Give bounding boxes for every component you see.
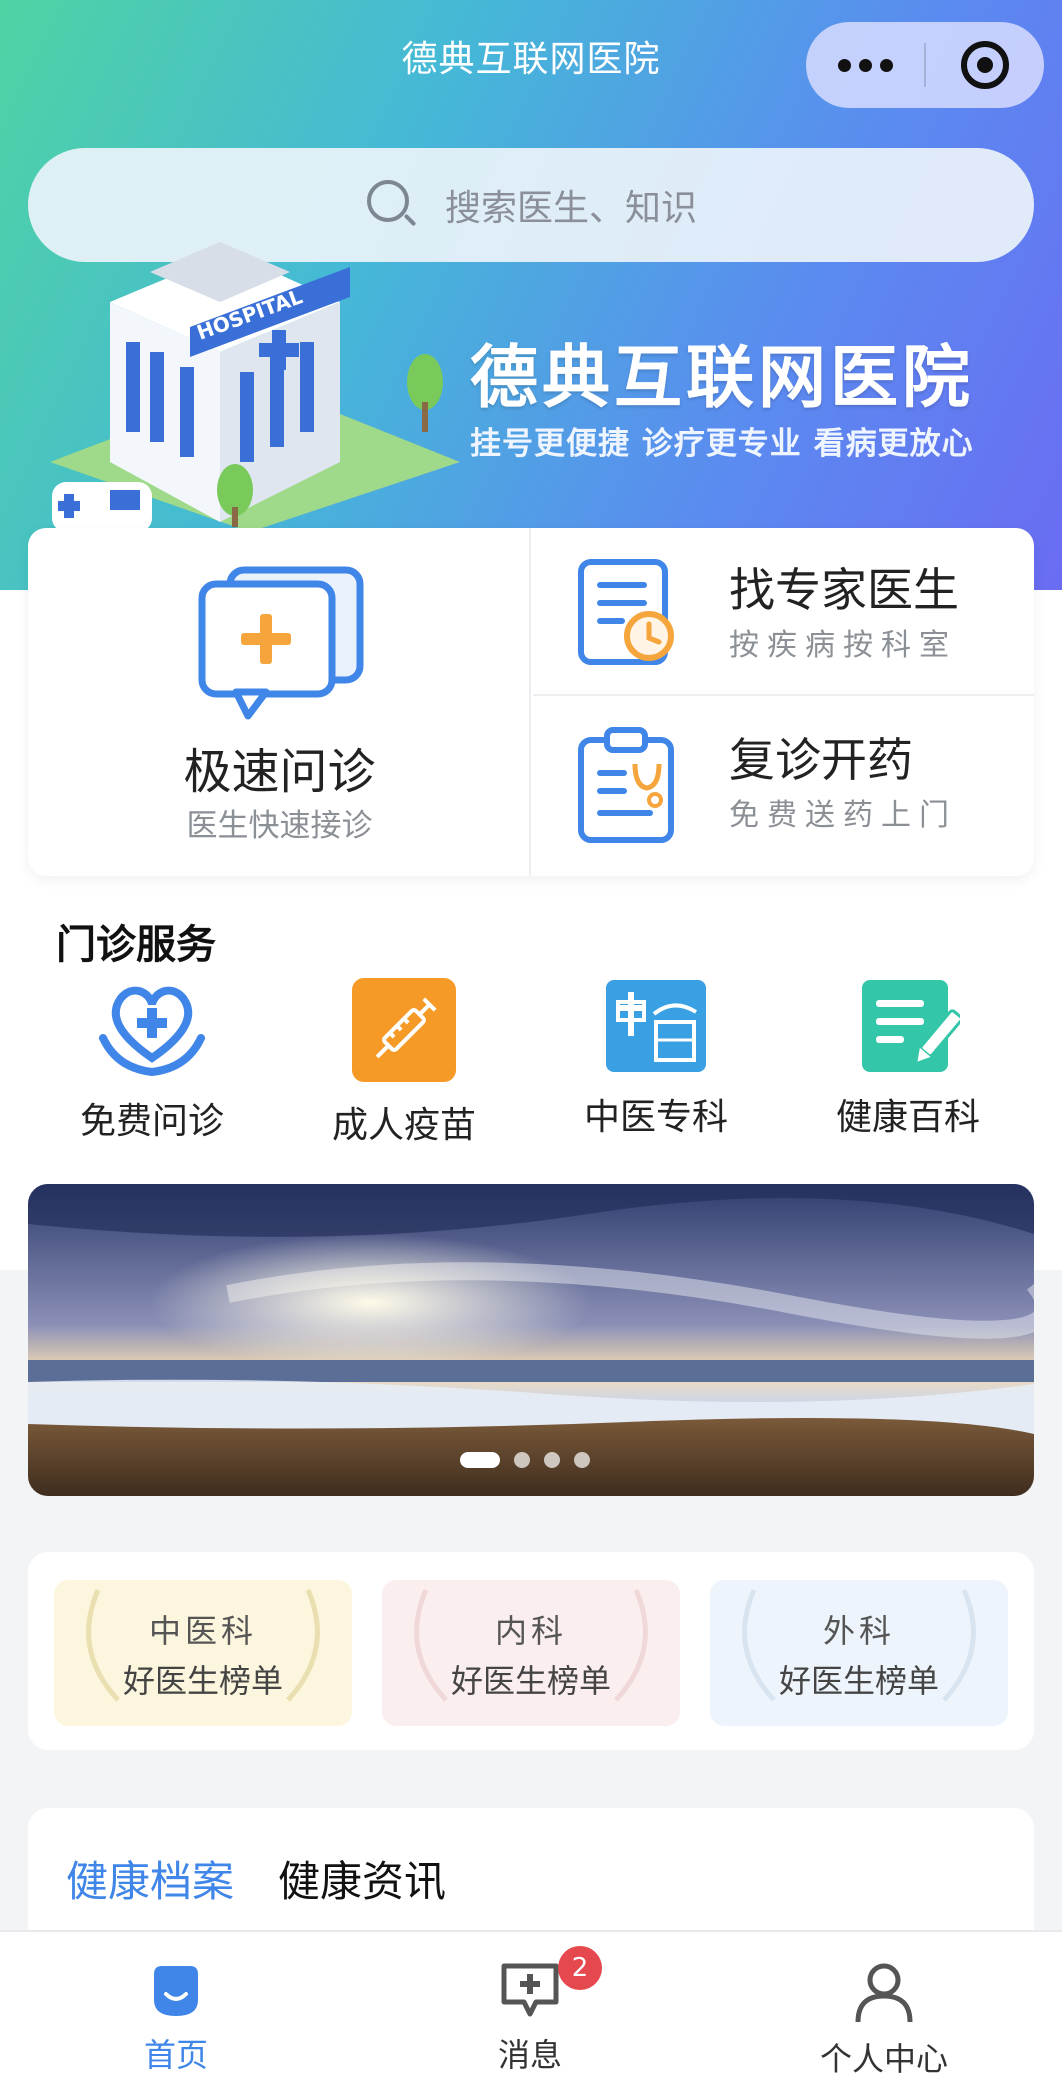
fast-consult-title: 极速问诊 xyxy=(183,744,376,800)
carousel-indicator[interactable] xyxy=(460,1452,590,1468)
fast-consult-button[interactable]: 极速问诊 医生快速接诊 xyxy=(28,528,531,876)
revisit-prescription-button[interactable]: 复诊开药 免费送药上门 xyxy=(533,698,1034,876)
hero-subtitle: 挂号更便捷 诊疗更专业 看病更放心 xyxy=(470,426,974,462)
search-icon xyxy=(365,178,419,232)
search-input[interactable]: 搜索医生、知识 xyxy=(445,179,697,231)
free-consult-item[interactable]: 免费问诊 xyxy=(42,978,262,1144)
hero-header: 德典互联网医院 搜索医生、知识 HOSPITAL 德典互联网医院 挂号更便捷 诊… xyxy=(0,0,1062,590)
carousel-dot[interactable] xyxy=(514,1452,530,1468)
laurel-icon xyxy=(414,1589,648,1702)
heart-hands-icon xyxy=(99,986,205,1077)
carousel-dot-active[interactable] xyxy=(460,1452,500,1468)
message-icon xyxy=(501,1963,559,2017)
nav-home-label: 首页 xyxy=(143,2036,208,2074)
seascape-banner-image xyxy=(28,1184,1034,1496)
nav-home[interactable]: 首页 xyxy=(76,1960,276,2076)
nav-profile-label: 个人中心 xyxy=(819,2040,948,2078)
find-expert-title: 找专家医生 xyxy=(729,563,959,617)
syringe-icon xyxy=(352,978,456,1082)
nav-profile[interactable]: 个人中心 xyxy=(784,1960,984,2080)
user-icon xyxy=(855,1963,913,2023)
carousel-dot[interactable] xyxy=(544,1452,560,1468)
carousel-dot[interactable] xyxy=(574,1452,590,1468)
hospital-building-illustration: HOSPITAL xyxy=(50,242,460,532)
fast-consult-subtitle: 医生快速接诊 xyxy=(186,808,373,844)
tcm-specialty-label: 中医专科 xyxy=(583,1097,728,1138)
chinese-medicine-icon xyxy=(606,980,706,1072)
tab-health-news[interactable]: 健康资讯 xyxy=(278,1848,446,1909)
promo-banner-carousel[interactable] xyxy=(28,1184,1034,1496)
revisit-subtitle: 免费送药上门 xyxy=(729,798,957,833)
health-wiki-label: 健康百科 xyxy=(835,1097,980,1138)
doctor-ranking-card: 中医科 好医生榜单 内科 好医生榜单 外科 好医生榜单 xyxy=(28,1552,1034,1750)
find-expert-button[interactable]: 找专家医生 按疾病按科室 xyxy=(533,528,1034,696)
document-clock-icon xyxy=(578,559,674,665)
tcm-specialty-item[interactable]: 中医专科 xyxy=(546,978,766,1140)
outpatient-section-title: 门诊服务 xyxy=(56,922,216,968)
laurel-icon xyxy=(742,1589,976,1702)
nav-messages[interactable]: 消息 xyxy=(430,1960,630,2076)
laurel-icon xyxy=(86,1589,320,1702)
more-dots-icon[interactable] xyxy=(806,58,924,72)
target-circle-icon[interactable] xyxy=(926,41,1044,89)
quick-services-card: 极速问诊 医生快速接诊 找专家医生 按疾病按科室 复诊开药 免费送药上门 xyxy=(28,528,1034,876)
tab-health-records[interactable]: 健康档案 xyxy=(66,1848,234,1909)
home-icon xyxy=(154,1966,198,2016)
chat-plus-icon xyxy=(198,566,364,720)
revisit-title: 复诊开药 xyxy=(729,733,913,787)
mini-program-capsule xyxy=(806,22,1044,108)
clipboard-stethoscope-icon xyxy=(578,727,674,843)
adult-vaccine-label: 成人疫苗 xyxy=(331,1105,476,1146)
free-consult-label: 免费问诊 xyxy=(79,1101,224,1142)
health-wiki-item[interactable]: 健康百科 xyxy=(798,978,1018,1140)
bottom-tab-bar: 首页 消息 个人中心 xyxy=(0,1930,1062,2090)
hero-title: 德典互联网医院 xyxy=(470,339,975,418)
message-badge: 2 xyxy=(558,1946,602,1990)
find-expert-subtitle: 按疾病按科室 xyxy=(729,628,957,663)
nav-messages-label: 消息 xyxy=(497,2036,562,2074)
adult-vaccine-item[interactable]: 成人疫苗 xyxy=(294,978,514,1148)
info-tabs-card: 健康档案 健康资讯 xyxy=(28,1808,1034,1938)
note-pen-icon xyxy=(862,980,963,1072)
